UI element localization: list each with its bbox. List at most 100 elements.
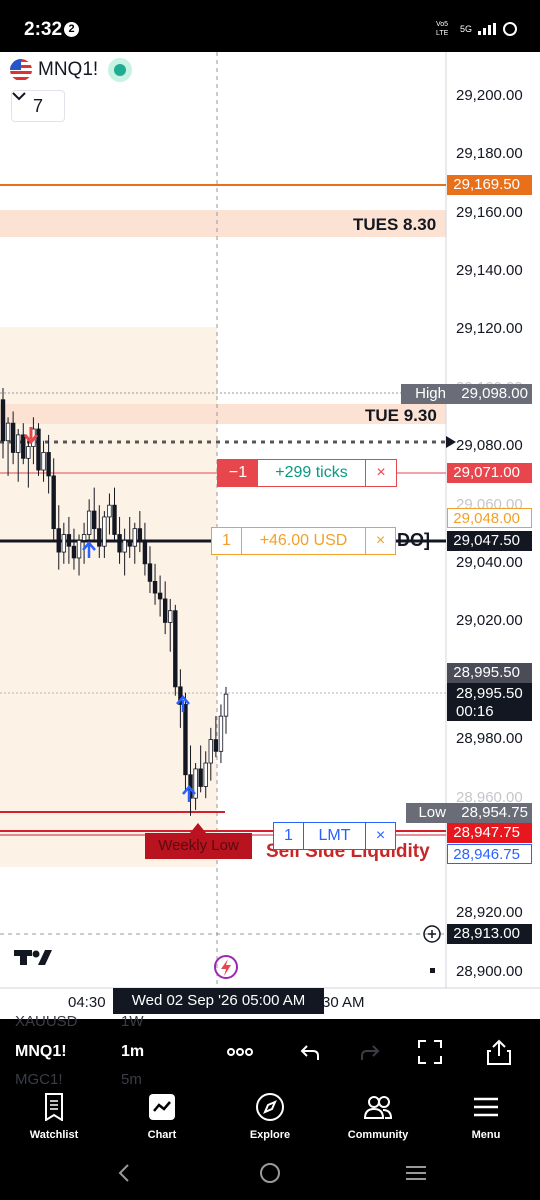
- position-pnl[interactable]: +46.00 USD: [242, 528, 366, 554]
- home-icon[interactable]: [259, 1162, 281, 1184]
- candle-up: [61, 534, 67, 553]
- high-value-tag: 29,098.00: [452, 384, 532, 404]
- undo-button[interactable]: [285, 1019, 335, 1085]
- watchlist-icon: [45, 1093, 63, 1121]
- nav-label: Watchlist: [29, 1129, 79, 1141]
- redo-button: [345, 1019, 395, 1085]
- toolbar-interval: 1m: [120, 1043, 145, 1060]
- weekly-low-label: Weekly Low: [158, 837, 239, 854]
- price-axis-label: 28,980.00: [456, 730, 523, 747]
- symbol-search-button[interactable]: MNQ1!: [10, 1019, 90, 1085]
- candle-up: [102, 516, 107, 547]
- fullscreen-button[interactable]: [405, 1019, 455, 1085]
- nav-label: Chart: [147, 1129, 177, 1141]
- candle-down: [46, 452, 51, 477]
- short-order-price-tag: 29,071.00: [447, 463, 532, 483]
- candle-down: [10, 422, 16, 453]
- more-button[interactable]: [215, 1019, 265, 1085]
- candle-down: [66, 534, 72, 547]
- candle-down: [92, 510, 97, 530]
- crosshair-time-label: Wed 02 Sep '26 05:00 AM: [113, 988, 324, 1014]
- more-dots-icon: [227, 1048, 253, 1056]
- candle-down: [51, 475, 56, 530]
- limit-price-tag: 28,946.75: [447, 844, 532, 864]
- replay-flash-icon[interactable]: [214, 955, 238, 979]
- axis-dot: [430, 968, 435, 973]
- nav-explore[interactable]: Explore: [216, 1085, 324, 1153]
- chart-toolbar: XAUUSD MGC1! 1W 5m MNQ1! 1m: [0, 1013, 540, 1088]
- share-icon: [487, 1039, 511, 1065]
- low-value-tag: 28,954.75: [452, 803, 532, 823]
- candle-up: [168, 610, 173, 623]
- candle-down: [127, 539, 132, 547]
- current-price-tag: 28,995.50 00:16: [447, 683, 532, 721]
- position-qty[interactable]: 1: [212, 528, 242, 554]
- indicators-collapse-button[interactable]: 7: [11, 90, 65, 122]
- candle-up: [107, 504, 112, 518]
- price-axis-label: 29,120.00: [456, 320, 523, 337]
- candle-down: [0, 399, 6, 442]
- symbol-header[interactable]: MNQ1!: [10, 58, 133, 82]
- nav-watchlist[interactable]: Watchlist: [0, 1085, 108, 1153]
- candle-up: [203, 762, 208, 787]
- short-order-qty[interactable]: −1: [218, 460, 258, 486]
- chart-area[interactable]: MNQ1! 7 TUES 8.30 TUE 9.30 DO] Weekly Lo…: [0, 52, 540, 1019]
- close-short-order-button[interactable]: ×: [366, 460, 396, 486]
- share-button[interactable]: [474, 1019, 524, 1085]
- close-position-button[interactable]: ×: [366, 528, 395, 554]
- candle-down: [162, 598, 168, 623]
- candle-down: [137, 528, 143, 541]
- limit-order-widget[interactable]: 1 LMT ×: [273, 822, 396, 850]
- back-icon[interactable]: [117, 1163, 131, 1183]
- tradingview-logo: [14, 950, 52, 965]
- price-axis-label: 29,080.00: [456, 437, 523, 454]
- price-axis-label: 29,180.00: [456, 145, 523, 162]
- low-label-tag: Low: [406, 803, 452, 823]
- nav-chart[interactable]: Chart: [108, 1085, 216, 1153]
- chart-icon: [149, 1094, 175, 1120]
- time-axis-label: 30 AM: [322, 994, 365, 1011]
- bar-countdown: 00:16: [456, 703, 494, 720]
- crosshair-price-tag: 28,913.00: [447, 924, 532, 944]
- short-order-pnl[interactable]: +299 ticks: [258, 460, 366, 486]
- candle-down: [117, 534, 122, 553]
- limit-order-type[interactable]: LMT: [304, 823, 366, 849]
- price-axis-label: 29,020.00: [456, 612, 523, 629]
- redo-icon: [361, 1045, 380, 1060]
- candle-down: [183, 704, 188, 776]
- candle-down: [112, 504, 117, 535]
- status-time: 2:32: [24, 19, 63, 40]
- high-label-tag: High: [401, 384, 452, 404]
- candle-down: [142, 539, 148, 565]
- signal-label: 5G: [459, 24, 472, 34]
- toolbar-symbol: MNQ1!: [15, 1043, 67, 1060]
- network-label: Vo5 LTE: [435, 21, 449, 37]
- price-axis-label: 28,900.00: [456, 963, 523, 980]
- candle-down: [21, 434, 26, 459]
- candle-up: [208, 739, 213, 764]
- interval-button[interactable]: 1m: [105, 1019, 160, 1085]
- symbol-name[interactable]: MNQ1!: [38, 59, 98, 81]
- weekly-low-price-tag: 28,947.75: [447, 823, 532, 843]
- nav-label: Community: [347, 1129, 409, 1141]
- cancel-limit-order-button[interactable]: ×: [366, 823, 395, 849]
- nav-community[interactable]: Community: [324, 1085, 432, 1153]
- chevron-down-icon: [12, 92, 26, 101]
- candle-up: [81, 534, 87, 541]
- status-icons: Vo5 LTE 5G: [436, 20, 518, 38]
- recents-icon[interactable]: [405, 1164, 427, 1182]
- candle-up: [76, 539, 82, 559]
- candle-up: [86, 510, 92, 535]
- candle-up: [5, 422, 11, 442]
- time-axis-label: 04:30: [68, 994, 106, 1011]
- zone-label-tues-830: TUES 8.30: [353, 215, 437, 234]
- position-widget[interactable]: 1 +46.00 USD ×: [211, 527, 396, 555]
- candle-down: [173, 610, 178, 688]
- candle-up: [218, 715, 224, 752]
- short-order-widget[interactable]: −1 +299 ticks ×: [217, 459, 397, 487]
- indicator-count: 7: [32, 95, 43, 116]
- compass-icon: [256, 1093, 284, 1121]
- nav-menu[interactable]: Menu: [432, 1085, 540, 1153]
- candle-up: [16, 434, 21, 453]
- limit-order-qty[interactable]: 1: [274, 823, 304, 849]
